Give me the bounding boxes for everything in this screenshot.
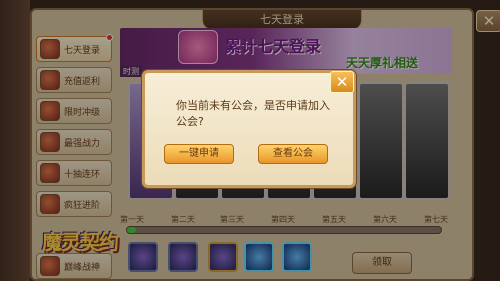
view-guild-button[interactable]: 查看公会 <box>258 144 328 164</box>
dialog-close-button[interactable]: ✕ <box>330 71 354 93</box>
dialog-message: 你当前未有公会，是否申请加入公会? <box>176 99 330 128</box>
apply-guild-button[interactable]: 一键申请 <box>164 144 234 164</box>
